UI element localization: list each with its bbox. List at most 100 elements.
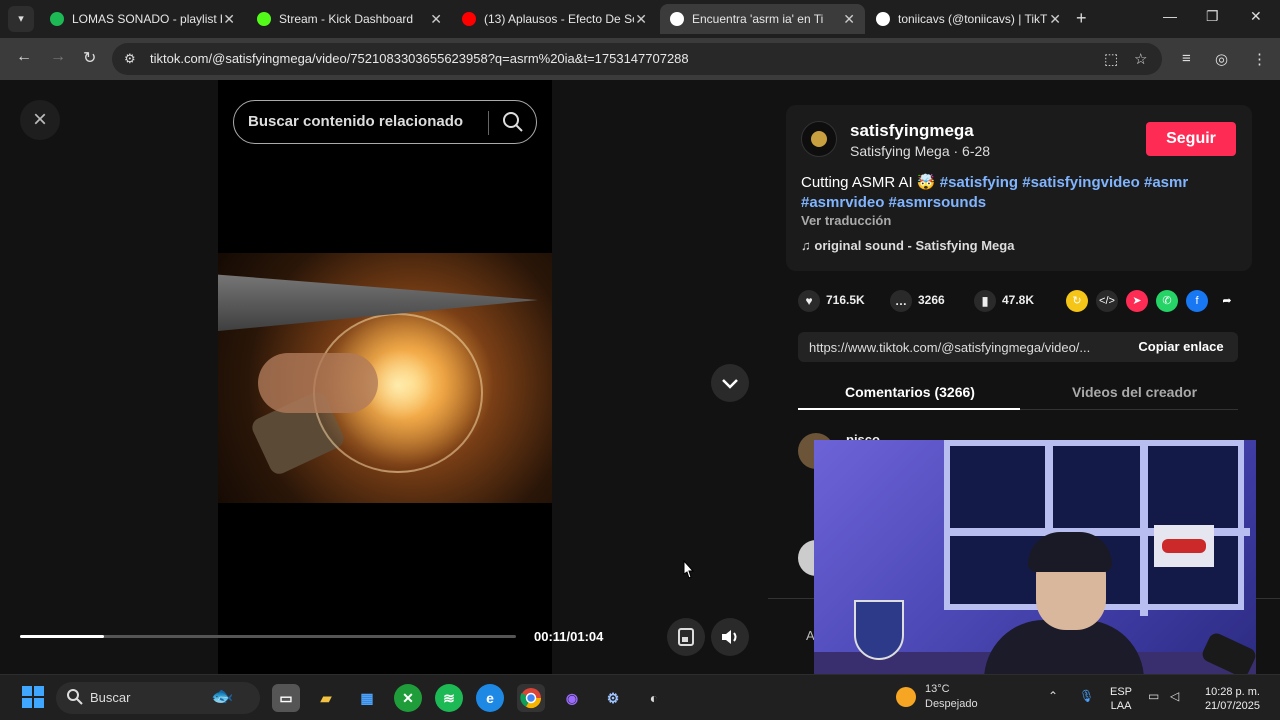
video-link-text[interactable]: https://www.tiktok.com/@satisfyingmega/v…: [809, 340, 1114, 355]
send-icon[interactable]: ➤: [1126, 290, 1148, 312]
pip-icon[interactable]: [667, 618, 705, 656]
tab-favicon-icon: [462, 12, 476, 26]
follow-button[interactable]: Seguir: [1146, 122, 1236, 156]
network-icon[interactable]: ▭: [1148, 689, 1159, 703]
copy-link-button[interactable]: Copiar enlace: [1124, 332, 1238, 362]
language-indicator[interactable]: ESP LAA: [1110, 685, 1132, 713]
chrome-icon[interactable]: [517, 684, 545, 712]
video-frame[interactable]: [218, 253, 552, 503]
address-bar[interactable]: ⚙ tiktok.com/@satisfyingmega/video/75210…: [112, 43, 1162, 75]
tab-close-icon[interactable]: ✕: [635, 4, 647, 34]
post-caption: Cutting ASMR AI 🤯 #satisfying #satisfyin…: [801, 173, 1231, 213]
comment-action[interactable]: … 3266: [890, 290, 945, 312]
whatsapp-icon[interactable]: ✆: [1156, 290, 1178, 312]
heart-icon[interactable]: ♥: [798, 290, 820, 312]
browser-tab[interactable]: (13) Aplausos - Efecto De So ✕: [452, 4, 657, 34]
edge-icon[interactable]: e: [476, 684, 504, 712]
caption-text: Cutting ASMR AI 🤯: [801, 174, 936, 191]
tab-comments[interactable]: Comentarios (3266): [845, 384, 975, 400]
profile-icon[interactable]: ◎: [1215, 50, 1228, 68]
forward-icon[interactable]: →: [50, 48, 66, 66]
steam-icon[interactable]: ⚙: [599, 684, 627, 712]
bookmark-icon[interactable]: ▮: [974, 290, 996, 312]
tab-search-menu-icon[interactable]: ▾: [8, 6, 34, 32]
creator-avatar[interactable]: [801, 121, 837, 157]
next-video-chevron-down-icon[interactable]: [711, 364, 749, 402]
windows-taskbar: Buscar 🐟 ▭ ▰ ▦ ✕ ≋ e ◉ ⚙ ◐ 13°C Despejad…: [0, 674, 1280, 720]
bookmark-star-icon[interactable]: ☆: [1134, 50, 1147, 68]
search-divider: [488, 111, 489, 135]
clock-time: 10:28 p. m.: [1204, 686, 1260, 698]
weather-condition: Despejado: [925, 698, 978, 710]
video-progress-fill: [20, 635, 105, 638]
car-shape: [1162, 539, 1206, 553]
like-action[interactable]: ♥ 716.5K: [798, 290, 865, 312]
webcam-overlay: [814, 440, 1256, 688]
volume-icon[interactable]: [711, 618, 749, 656]
show-hidden-icons-chevron-up-icon[interactable]: ⌃: [1048, 689, 1058, 703]
post-info-card: satisfyingmega Satisfying Mega · 6-28 Se…: [786, 105, 1252, 271]
hashtags-line1[interactable]: #satisfying #satisfyingvideo #asmr: [940, 174, 1188, 191]
video-time: 00:11/01:04: [534, 629, 604, 644]
browser-tab[interactable]: toniicavs (@toniicavs) | TikT ✕: [866, 4, 1071, 34]
video-link-box[interactable]: https://www.tiktok.com/@satisfyingmega/v…: [798, 332, 1238, 362]
taskbar-search[interactable]: Buscar 🐟: [56, 682, 260, 714]
obs-icon[interactable]: ◉: [558, 684, 586, 712]
see-translation-link[interactable]: Ver traducción: [801, 213, 891, 228]
restore-icon[interactable]: ❐: [1206, 8, 1219, 25]
install-app-icon[interactable]: ⬚: [1104, 50, 1118, 68]
car-poster-shape: [1154, 525, 1214, 567]
browser-tab[interactable]: Encuentra 'asrm ia' en Ti ✕: [660, 4, 865, 34]
microphone-tray-icon[interactable]: 🎙: [1079, 689, 1094, 703]
window-close-icon[interactable]: ✕: [1250, 8, 1262, 25]
creator-username[interactable]: satisfyingmega: [850, 121, 974, 141]
search-icon[interactable]: [502, 111, 524, 138]
spotify-icon[interactable]: ≋: [435, 684, 463, 712]
hashtags-line2[interactable]: #asmrvideo #asmrsounds: [801, 194, 986, 211]
tab-title: (13) Aplausos - Efecto De So: [484, 12, 634, 26]
tab-close-icon[interactable]: ✕: [223, 4, 235, 34]
reload-icon[interactable]: ↻: [83, 48, 96, 68]
tab-close-icon[interactable]: ✕: [1049, 4, 1061, 34]
comment-count: 3266: [918, 293, 945, 308]
new-tab-icon[interactable]: +: [1076, 8, 1087, 29]
related-search-input[interactable]: Buscar contenido relacionado: [233, 100, 537, 144]
tab-title: Encuentra 'asrm ia' en Ti: [692, 12, 824, 26]
xbox-icon[interactable]: ✕: [394, 684, 422, 712]
tab-favicon-icon: [670, 12, 684, 26]
tab-close-icon[interactable]: ✕: [843, 4, 855, 34]
microsoft-store-icon[interactable]: ▦: [353, 684, 381, 712]
repost-icon[interactable]: ↻: [1066, 290, 1088, 312]
windows-start-icon[interactable]: [22, 686, 44, 708]
address-url[interactable]: tiktok.com/@satisfyingmega/video/7521083…: [150, 51, 689, 66]
mouse-cursor-icon: [681, 559, 695, 585]
clock[interactable]: 10:28 p. m. 21/07/2025: [1196, 685, 1260, 713]
embed-code-icon[interactable]: </>: [1096, 290, 1118, 312]
speaker-icon[interactable]: ◁: [1170, 689, 1179, 703]
language-code: ESP: [1110, 686, 1133, 698]
site-settings-icon[interactable]: ⚙: [124, 51, 136, 67]
file-explorer-icon[interactable]: ▰: [312, 684, 340, 712]
task-view-icon[interactable]: ▭: [272, 684, 300, 712]
clock-date: 21/07/2025: [1204, 700, 1260, 712]
menu-kebab-icon[interactable]: ⋮: [1252, 50, 1267, 68]
taskbar-search-label: Buscar: [90, 690, 131, 705]
close-video-icon[interactable]: ×: [20, 100, 60, 140]
sound-link[interactable]: ♫ original sound - Satisfying Mega: [801, 238, 1014, 253]
media-control-icon[interactable]: ≡: [1182, 50, 1191, 67]
sound-label: original sound - Satisfying Mega: [814, 238, 1015, 253]
tab-creator-videos[interactable]: Videos del creador: [1072, 384, 1197, 400]
back-icon[interactable]: ←: [16, 48, 32, 66]
facebook-icon[interactable]: f: [1186, 290, 1208, 312]
share-arrow-icon[interactable]: ➦: [1216, 290, 1238, 312]
browser-tab[interactable]: LOMAS SONADO - playlist b ✕: [40, 4, 245, 34]
app-icon-with-badge[interactable]: ◐: [640, 684, 668, 712]
minimize-icon[interactable]: —: [1163, 8, 1177, 24]
active-tab-underline: [798, 408, 1020, 410]
tab-close-icon[interactable]: ✕: [430, 4, 442, 34]
browser-tab[interactable]: Stream - Kick Dashboard ✕: [247, 4, 452, 34]
comment-icon[interactable]: …: [890, 290, 912, 312]
save-action[interactable]: ▮ 47.8K: [974, 290, 1034, 312]
video-progress-bar[interactable]: [20, 635, 516, 638]
browser-tab-bar: ▾ LOMAS SONADO - playlist b ✕ Stream - Kic…: [0, 0, 1280, 38]
